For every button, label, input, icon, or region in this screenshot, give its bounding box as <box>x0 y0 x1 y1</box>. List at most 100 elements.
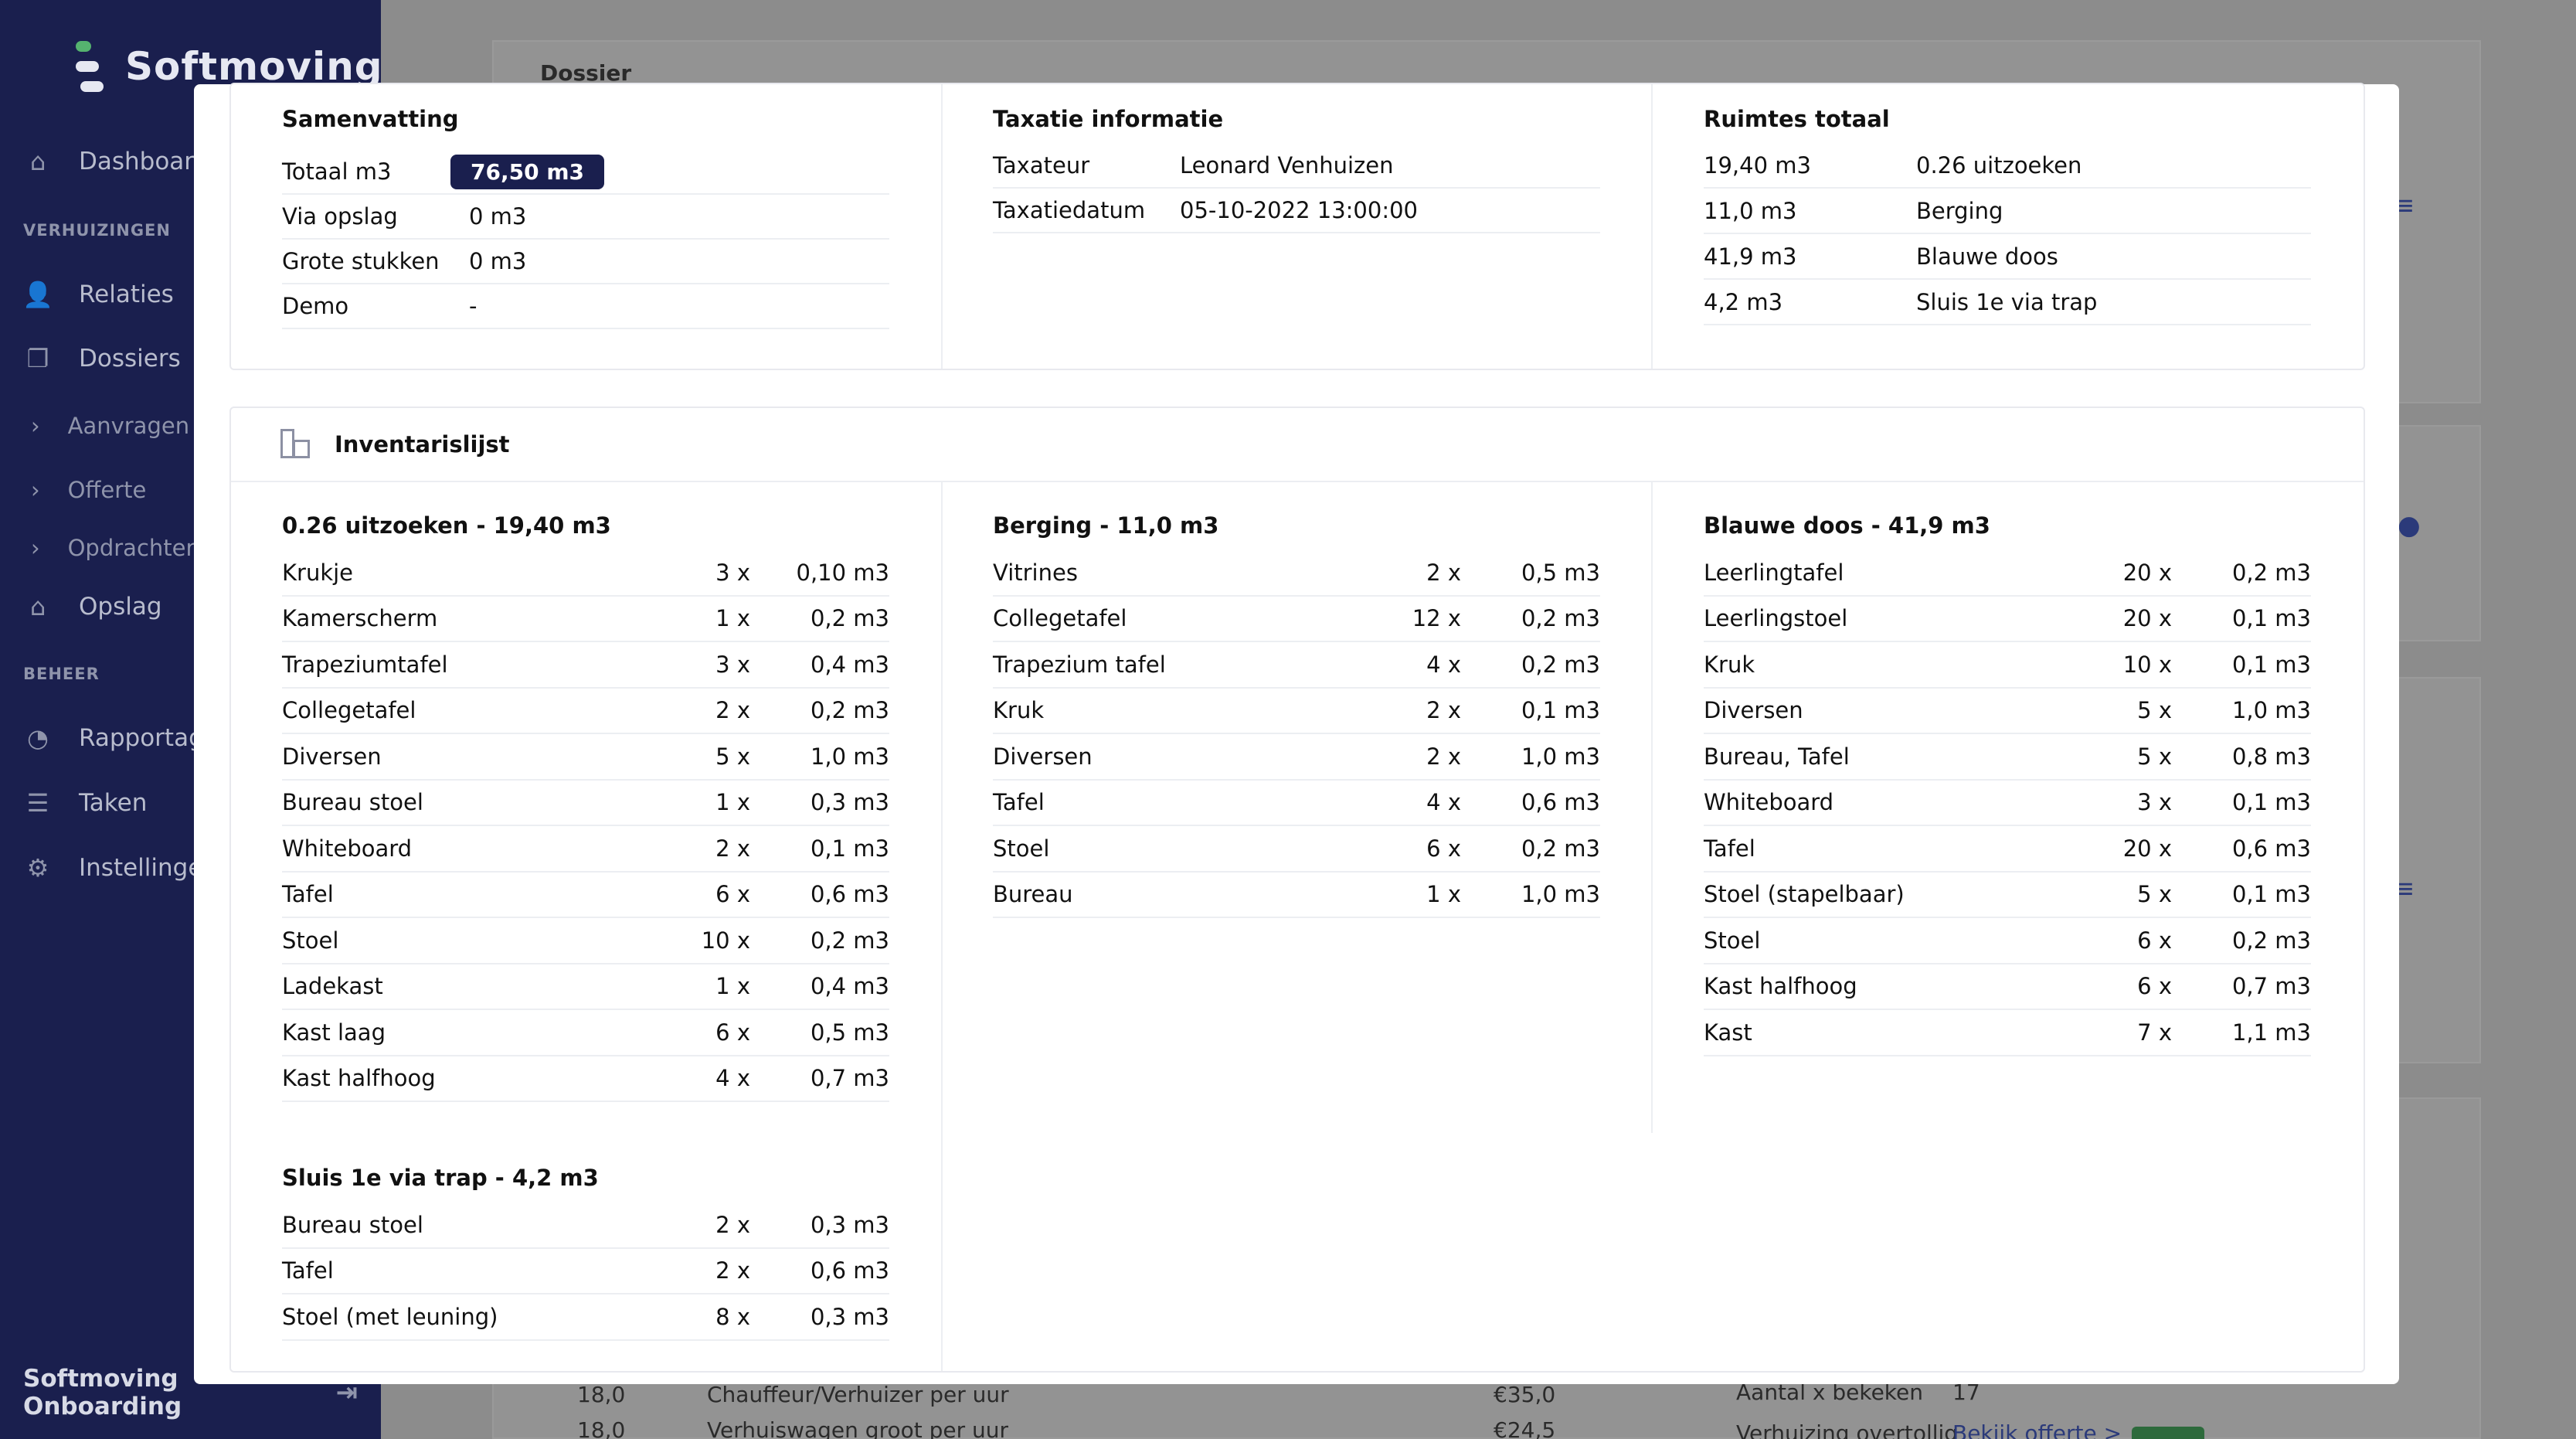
item-volume: 0,7 m3 <box>2231 973 2311 1000</box>
ruimtes-row: 41,9 m3 Blauwe doos <box>1704 235 2311 280</box>
sidebar-item-label: Offerte <box>67 477 147 503</box>
item-name: Diversen <box>282 743 382 770</box>
ruimtes-name: 0.26 uitzoeken <box>1916 152 2082 179</box>
item-name: Diversen <box>1704 697 1803 724</box>
inventory-item-row: Collegetafel 2 x 0,2 m3 <box>282 689 889 734</box>
item-volume: 0,1 m3 <box>810 835 889 862</box>
inventory-item-row: Bureau, Tafel 5 x 0,8 m3 <box>1704 734 2311 781</box>
sidebar-item-opslag[interactable]: ⌂ Opslag <box>23 592 162 621</box>
sidebar-item-dashboard[interactable]: ⌂ Dashboard <box>23 147 209 176</box>
item-quantity: 2 x <box>1426 559 1461 586</box>
column-divider <box>1651 84 1653 369</box>
sidebar-item-aanvragen[interactable]: › Aanvragen <box>31 413 189 439</box>
summary-label: Totaal m3 <box>282 158 392 185</box>
inventory-title: Inventarislijst <box>335 431 510 458</box>
inventory-item-row: Diversen 5 x 1,0 m3 <box>282 734 889 781</box>
item-quantity: 3 x <box>715 651 750 678</box>
item-name: Bureau <box>993 881 1073 908</box>
item-name: Tafel <box>282 1257 334 1284</box>
item-volume: 0,1 m3 <box>2231 605 2311 632</box>
item-volume: 0,6 m3 <box>810 1257 889 1284</box>
taxatie-label: Taxatiedatum <box>993 197 1146 223</box>
sidebar-item-dossiers[interactable]: ❐ Dossiers <box>23 344 181 373</box>
home-icon: ⌂ <box>29 147 46 176</box>
sidebar-item-label: Dashboard <box>79 148 209 175</box>
item-volume: 0,1 m3 <box>2231 651 2311 678</box>
sidebar-item-instellingen[interactable]: ⚙ Instellingen <box>23 853 218 883</box>
item-volume: 0,7 m3 <box>810 1065 889 1092</box>
item-quantity: 2 x <box>715 1211 750 1238</box>
inventory-item-row: Trapezium tafel 4 x 0,2 m3 <box>993 642 1600 689</box>
sidebar-item-label: Opdrachten <box>67 535 200 561</box>
inventory-item-row: Stoel 6 x 0,2 m3 <box>993 826 1600 873</box>
warehouse-icon: ⌂ <box>29 592 46 621</box>
item-name: Kast <box>1704 1019 1752 1046</box>
row-price: €24,5 <box>1494 1417 1556 1439</box>
item-volume: 0,1 m3 <box>2231 789 2311 816</box>
item-quantity: 1 x <box>715 973 750 1000</box>
row-qty: 18,0 <box>577 1382 626 1407</box>
item-name: Tafel <box>1704 835 1755 862</box>
sidebar-item-offerte[interactable]: › Offerte <box>31 477 146 503</box>
row-desc: Verhuiswagen groot per uur <box>707 1417 1009 1439</box>
taxatie-title: Taxatie informatie <box>993 106 1224 132</box>
offerte-link[interactable]: Bekijk offerte > <box>1952 1420 2122 1439</box>
item-quantity: 4 x <box>715 1065 750 1092</box>
row-price: €35,0 <box>1494 1382 1556 1407</box>
map-pin-icon[interactable]: ● <box>2398 510 2421 541</box>
item-name: Tafel <box>282 881 334 908</box>
item-volume: 0,3 m3 <box>810 1303 889 1330</box>
item-name: Stoel <box>993 835 1050 862</box>
sidebar-item-relaties[interactable]: 👤 Relaties <box>22 280 174 309</box>
item-name: Whiteboard <box>282 835 413 862</box>
item-name: Leerlingtafel <box>1704 559 1844 586</box>
item-name: Collegetafel <box>993 605 1127 632</box>
item-volume: 1,0 m3 <box>2231 697 2311 724</box>
taxatie-row: Taxatiedatum 05-10-2022 13:00:00 <box>993 189 1600 233</box>
item-name: Kast halfhoog <box>1704 973 1857 1000</box>
inventory-group-title: Sluis 1e via trap - 4,2 m3 <box>282 1165 599 1191</box>
item-volume: 0,3 m3 <box>810 1211 889 1238</box>
item-quantity: 1 x <box>715 605 750 632</box>
item-volume: 0,3 m3 <box>810 789 889 816</box>
column-divider <box>941 482 943 1371</box>
inventory-item-row: Diversen 5 x 1,0 m3 <box>1704 689 2311 734</box>
item-quantity: 2 x <box>715 1257 750 1284</box>
sidebar-item-rapportage[interactable]: ◔ Rapportage <box>23 723 219 753</box>
chevron-right-icon: › <box>31 535 40 561</box>
item-volume: 0,2 m3 <box>810 605 889 632</box>
summary-value: 0 m3 <box>469 203 527 230</box>
user-icon: 👤 <box>22 280 53 309</box>
item-name: Krukje <box>282 559 354 586</box>
item-name: Collegetafel <box>282 697 416 724</box>
item-volume: 0,1 m3 <box>1521 697 1600 724</box>
list-icon: ☰ <box>26 788 49 818</box>
item-volume: 0,4 m3 <box>810 973 889 1000</box>
item-quantity: 7 x <box>2137 1019 2172 1046</box>
inventory-item-row: Collegetafel 12 x 0,2 m3 <box>993 597 1600 642</box>
item-name: Diversen <box>993 743 1093 770</box>
gauge-icon: ◔ <box>27 723 49 753</box>
item-quantity: 4 x <box>1426 789 1461 816</box>
item-quantity: 10 x <box>701 927 750 954</box>
item-volume: 0,2 m3 <box>1521 651 1600 678</box>
item-quantity: 5 x <box>2137 743 2172 770</box>
item-volume: 1,0 m3 <box>1521 743 1600 770</box>
item-name: Tafel <box>993 789 1045 816</box>
item-quantity: 6 x <box>1426 835 1461 862</box>
ruimtes-name: Sluis 1e via trap <box>1916 289 2098 315</box>
inventory-item-row: Kamerscherm 1 x 0,2 m3 <box>282 597 889 642</box>
inventory-group: Blauwe doos - 41,9 m3 Leerlingtafel 20 x 0,… <box>1704 501 2311 1056</box>
item-quantity: 20 x <box>2122 835 2172 862</box>
ruimtes-row: 19,40 m3 0.26 uitzoeken <box>1704 144 2311 189</box>
item-volume: 0,8 m3 <box>2231 743 2311 770</box>
item-name: Bureau stoel <box>282 789 423 816</box>
ruimtes-volume: 4,2 m3 <box>1704 289 1783 315</box>
inventory-group-title: Berging - 11,0 m3 <box>993 512 1219 539</box>
sidebar-item-taken[interactable]: ☰ Taken <box>23 788 148 818</box>
sidebar-item-opdrachten[interactable]: › Opdrachten <box>31 535 200 561</box>
copy-icon: ❐ <box>26 344 49 373</box>
item-quantity: 2 x <box>715 835 750 862</box>
item-quantity: 2 x <box>1426 697 1461 724</box>
section-verhuizingen: VERHUIZINGEN <box>23 221 171 240</box>
